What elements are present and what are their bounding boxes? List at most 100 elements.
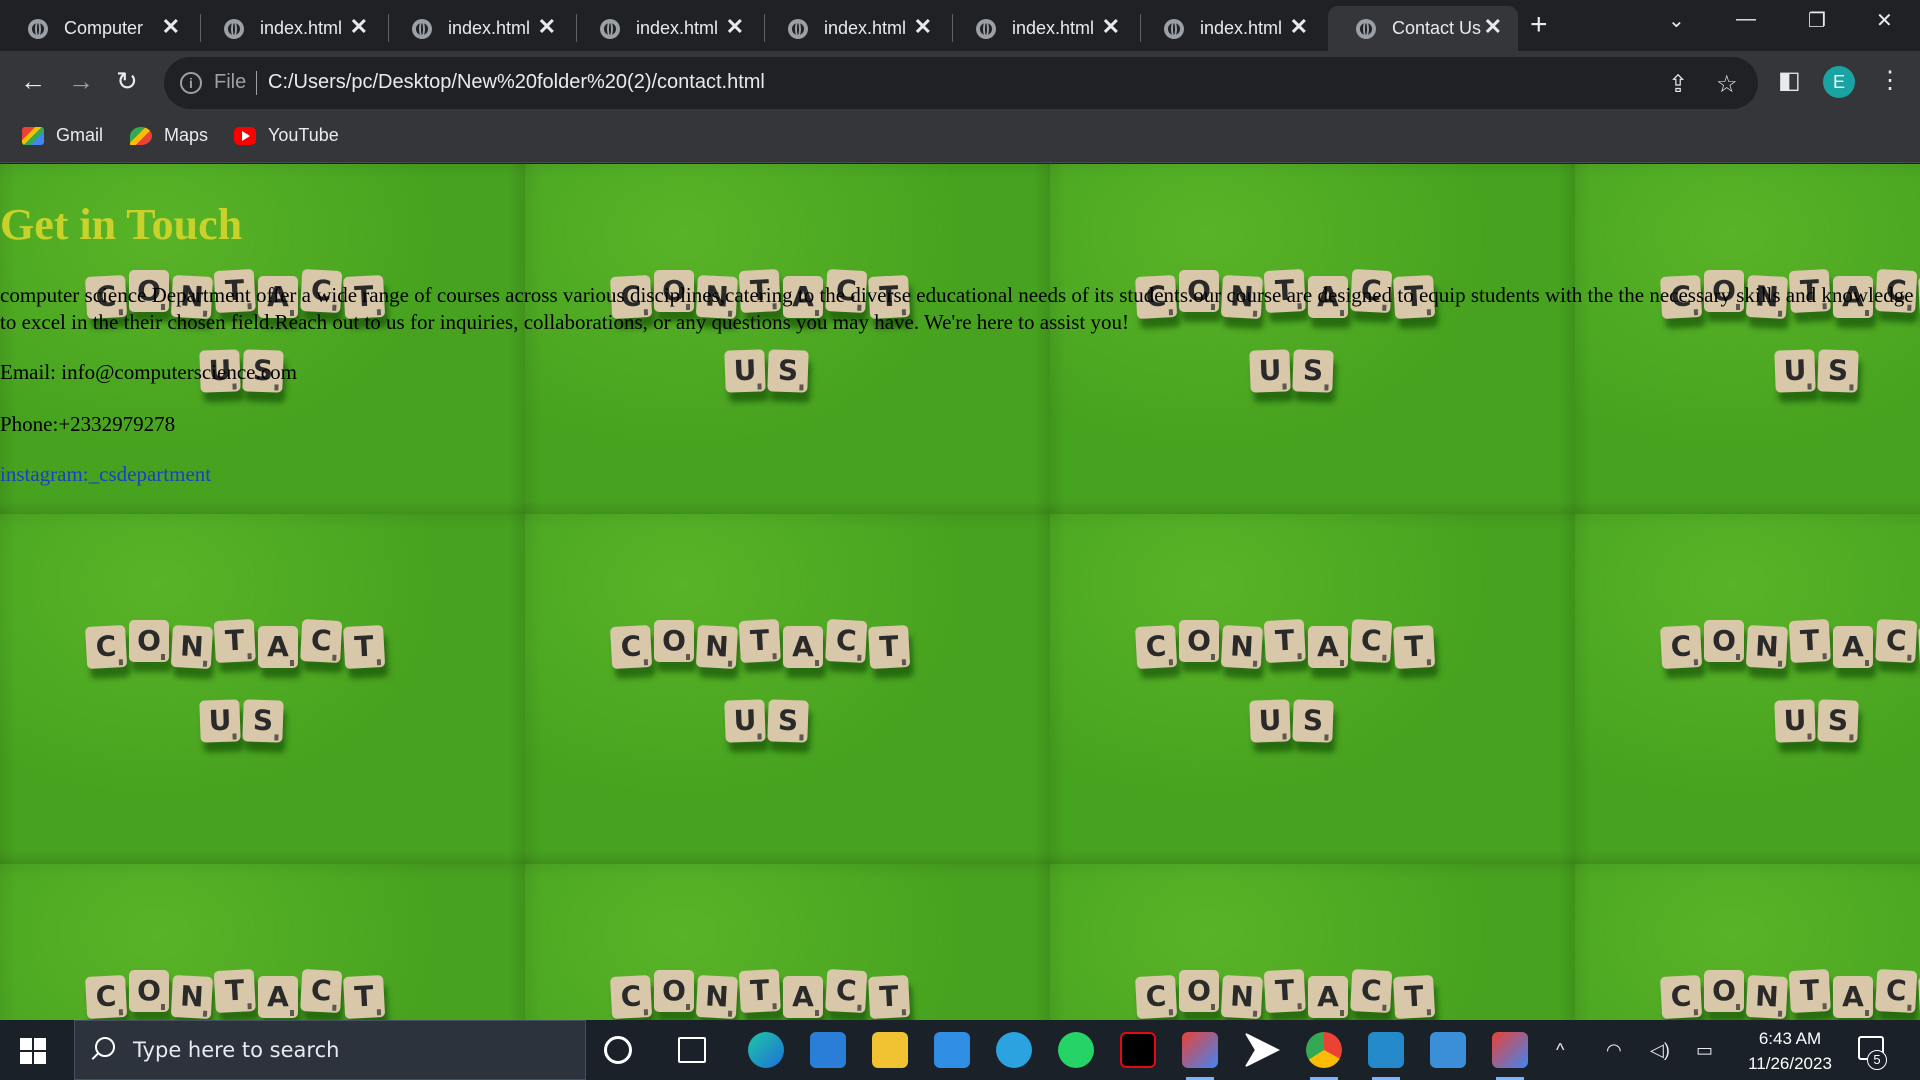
letter-tile: O xyxy=(1704,970,1744,1012)
letter-tile: S xyxy=(767,699,809,743)
wifi-icon[interactable]: ◠ xyxy=(1606,1040,1622,1061)
letter-tile: A xyxy=(1833,976,1873,1018)
tab-index-3[interactable]: index.html ✕ xyxy=(572,6,760,51)
netflix-icon[interactable] xyxy=(1120,1032,1156,1068)
new-tab-button[interactable]: + xyxy=(1530,10,1548,40)
photos-icon[interactable] xyxy=(1430,1032,1466,1068)
letter-tile: A xyxy=(1308,976,1348,1018)
tab-computer[interactable]: Computer ✕ xyxy=(0,6,196,51)
letter-tile: A xyxy=(258,626,298,668)
letter-tile: S xyxy=(242,699,284,743)
letter-tile: A xyxy=(783,626,823,668)
close-icon[interactable]: ✕ xyxy=(914,16,932,38)
globe-icon xyxy=(1356,19,1376,39)
tile-word-us: US xyxy=(199,699,284,743)
whatsapp-icon[interactable] xyxy=(1058,1032,1094,1068)
letter-tile: U xyxy=(199,699,241,743)
tile-word-us: US xyxy=(1249,699,1334,743)
tab-title: index.html xyxy=(260,18,343,38)
window-close-icon[interactable]: ✕ xyxy=(1876,8,1893,33)
phone-text: Phone:+2332979278 xyxy=(0,412,176,436)
letter-tile: O xyxy=(129,620,169,662)
system-clock[interactable]: 6:43 AM 11/26/2023 xyxy=(1740,1026,1840,1076)
youtube-icon xyxy=(234,126,256,145)
letter-tile: C xyxy=(1135,974,1178,1020)
chevron-up-icon[interactable]: ^ xyxy=(1556,1040,1564,1061)
mail-icon[interactable] xyxy=(934,1032,970,1068)
tab-index-1[interactable]: index.html ✕ xyxy=(196,6,384,51)
tab-title: index.html xyxy=(1012,18,1095,38)
git-gui-icon[interactable] xyxy=(1492,1032,1528,1080)
letter-tile: O xyxy=(1704,620,1744,662)
taskbar-search[interactable]: Type here to search xyxy=(74,1020,586,1080)
letter-tile: C xyxy=(1660,974,1703,1020)
telegram-icon[interactable] xyxy=(996,1032,1032,1068)
menu-icon[interactable]: ⋮ xyxy=(1878,66,1902,95)
file-explorer-icon[interactable] xyxy=(872,1032,908,1068)
search-icon xyxy=(95,1037,115,1057)
edge-icon[interactable] xyxy=(748,1032,784,1068)
chrome-icon[interactable] xyxy=(1306,1032,1342,1080)
media-player-icon[interactable] xyxy=(1244,1032,1280,1068)
tab-index-6[interactable]: index.html ✕ xyxy=(1136,6,1324,51)
tile-word-contact: CONTACT xyxy=(610,968,911,1020)
letter-tile: C xyxy=(1350,618,1393,664)
star-icon[interactable]: ☆ xyxy=(1716,70,1738,99)
tab-title: Computer xyxy=(64,18,144,38)
close-icon[interactable]: ✕ xyxy=(1484,16,1502,38)
tile-word-contact: CONTACT xyxy=(610,618,911,670)
vscode-icon[interactable] xyxy=(1368,1032,1404,1080)
bookmark-youtube[interactable]: YouTube xyxy=(234,125,339,146)
git-icon[interactable] xyxy=(1182,1032,1218,1080)
intro-paragraph: computer science Department offer a wide… xyxy=(0,283,1914,334)
letter-tile: C xyxy=(610,624,653,670)
minimize-icon[interactable]: — xyxy=(1736,8,1756,31)
bookmark-gmail[interactable]: Gmail xyxy=(22,125,103,146)
address-bar[interactable]: i File C:/Users/pc/Desktop/New%20folder%… xyxy=(164,57,1758,109)
instagram-link[interactable]: instagram:_csdepartment xyxy=(0,462,211,487)
letter-tile: N xyxy=(695,974,738,1020)
task-view-icon[interactable] xyxy=(678,1037,706,1063)
share-icon[interactable]: ⇪ xyxy=(1668,70,1688,99)
forward-icon[interactable]: → xyxy=(68,65,94,97)
bookmark-label: Gmail xyxy=(56,125,104,145)
close-icon[interactable]: ✕ xyxy=(538,16,556,38)
battery-icon[interactable]: ▭ xyxy=(1696,1040,1713,1061)
letter-tile: U xyxy=(1249,699,1291,743)
letter-tile: T xyxy=(343,624,386,670)
bookmark-maps[interactable]: Maps xyxy=(130,125,208,146)
maps-icon xyxy=(130,126,152,145)
letter-tile: U xyxy=(1774,349,1816,393)
side-panel-icon[interactable]: ◧ xyxy=(1778,66,1801,95)
tab-strip: Computer ✕ index.html ✕ index.html ✕ ind… xyxy=(0,0,1920,51)
tile-word-us: US xyxy=(1774,349,1859,393)
back-icon[interactable]: ← xyxy=(20,65,46,97)
store-icon[interactable] xyxy=(810,1032,846,1068)
tab-index-2[interactable]: index.html ✕ xyxy=(384,6,572,51)
cortana-icon[interactable] xyxy=(604,1036,632,1064)
info-icon[interactable]: i xyxy=(180,72,202,94)
reload-icon[interactable]: ↻ xyxy=(116,65,138,97)
tab-index-5[interactable]: index.html ✕ xyxy=(948,6,1136,51)
close-icon[interactable]: ✕ xyxy=(726,16,744,38)
close-icon[interactable]: ✕ xyxy=(1290,16,1308,38)
letter-tile: C xyxy=(1135,624,1178,670)
close-icon[interactable]: ✕ xyxy=(350,16,368,38)
profile-avatar[interactable]: E xyxy=(1823,66,1855,98)
page-heading: Get in Touch xyxy=(0,200,243,249)
tab-contact-us[interactable]: Contact Us ✕ xyxy=(1328,6,1518,51)
restore-icon[interactable]: ❐ xyxy=(1808,8,1826,33)
windows-start-icon[interactable] xyxy=(20,1038,46,1064)
url-text[interactable]: C:/Users/pc/Desktop/New%20folder%20(2)/c… xyxy=(268,71,765,94)
letter-tile: T xyxy=(868,624,911,670)
globe-icon xyxy=(28,19,48,39)
letter-tile: T xyxy=(1788,618,1831,664)
volume-icon[interactable]: ◁) xyxy=(1650,1040,1670,1061)
tab-index-4[interactable]: index.html ✕ xyxy=(760,6,948,51)
close-icon[interactable]: ✕ xyxy=(1102,16,1120,38)
tab-search-icon[interactable]: ⌄ xyxy=(1668,8,1685,33)
clock-time: 6:43 AM xyxy=(1758,1029,1822,1048)
close-icon[interactable]: ✕ xyxy=(162,16,180,38)
letter-tile: C xyxy=(1875,968,1918,1014)
letter-tile: C xyxy=(300,618,343,664)
